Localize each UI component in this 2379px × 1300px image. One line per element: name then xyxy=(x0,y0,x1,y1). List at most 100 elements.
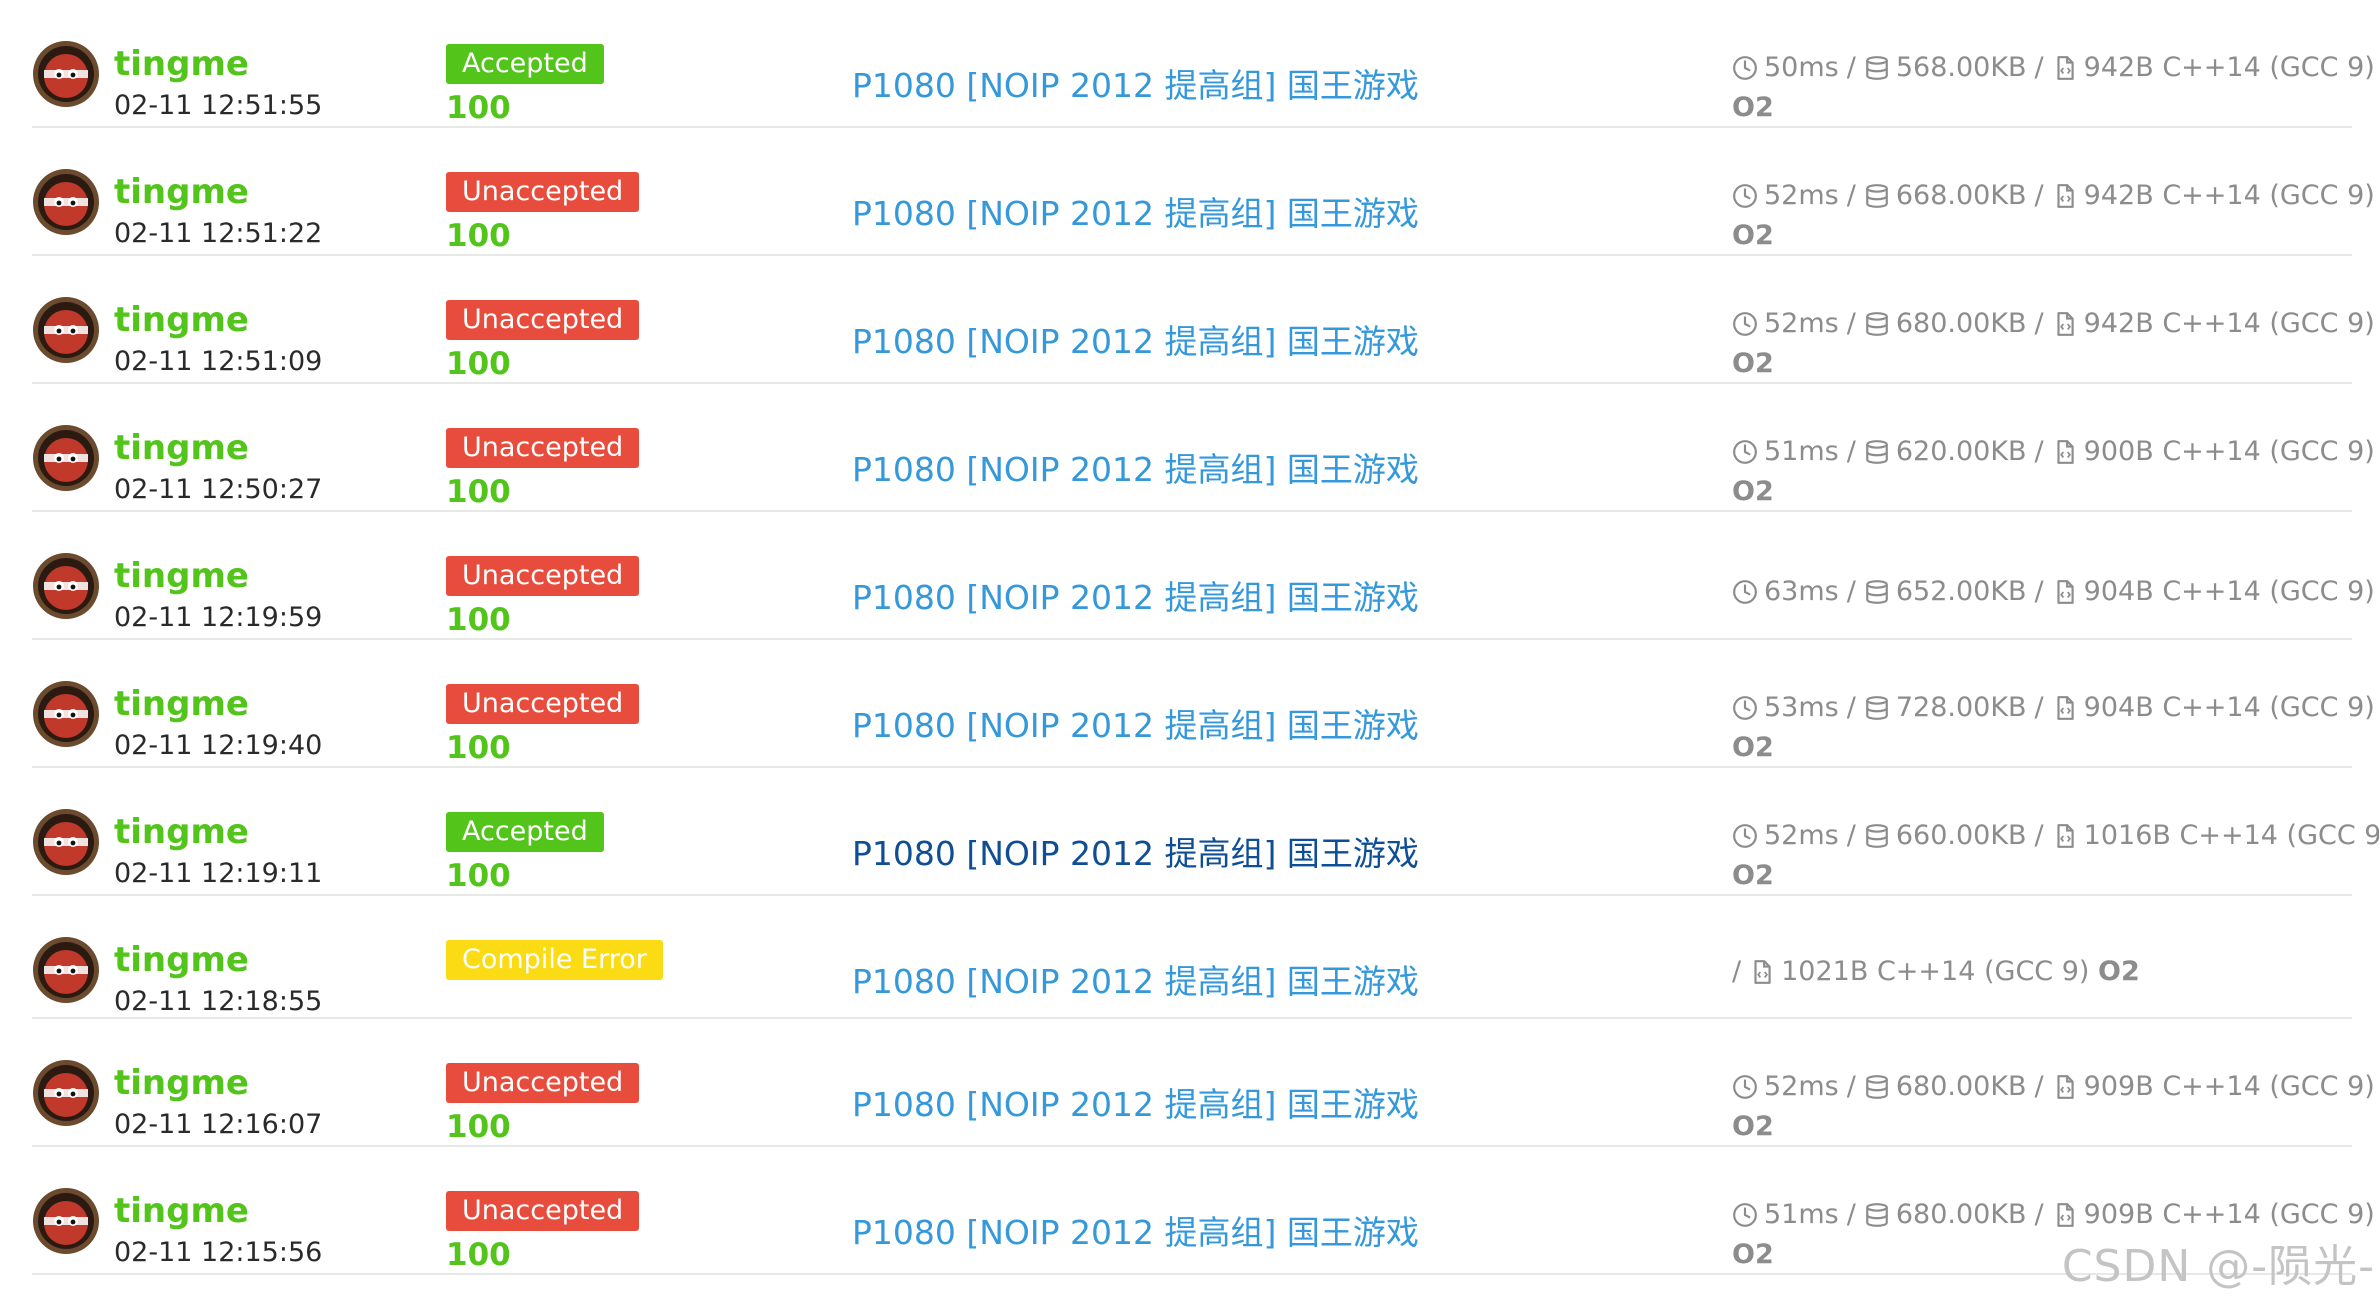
language: C++14 (GCC 9) xyxy=(2162,52,2375,83)
clock-icon xyxy=(1732,693,1758,720)
username-link[interactable]: tingme xyxy=(114,1063,322,1103)
separator: / xyxy=(2034,436,2044,467)
submit-time: 02-11 12:16:07 xyxy=(114,1109,323,1140)
avatar[interactable] xyxy=(32,552,100,620)
submit-time: 02-11 12:18:55 xyxy=(114,986,323,1017)
status-block: Compile Error xyxy=(446,940,663,980)
code-size[interactable]: 1021B xyxy=(1781,956,1868,987)
database-icon xyxy=(1864,821,1890,848)
status-badge[interactable]: Unaccepted xyxy=(446,556,640,596)
runtime: 50ms xyxy=(1764,52,1839,83)
code-size[interactable]: 909B xyxy=(2084,1199,2154,1230)
problem-link[interactable]: P1080 [NOIP 2012 提高组] 国王游戏 xyxy=(852,322,1419,362)
username-link[interactable]: tingme xyxy=(114,44,322,84)
code-size[interactable]: 942B xyxy=(2084,308,2154,339)
problem-link[interactable]: P1080 [NOIP 2012 提高组] 国王游戏 xyxy=(852,1213,1419,1253)
language: C++14 (GCC 9) xyxy=(2162,436,2375,467)
score: 100 xyxy=(446,474,511,510)
problem-link[interactable]: P1080 [NOIP 2012 提高组] 国王游戏 xyxy=(852,706,1419,746)
problem-link[interactable]: P1080 [NOIP 2012 提高组] 国王游戏 xyxy=(852,578,1419,618)
avatar[interactable] xyxy=(32,936,100,1004)
username-link[interactable]: tingme xyxy=(114,1191,322,1231)
separator: / xyxy=(1846,692,1856,723)
problem-link[interactable]: P1080 [NOIP 2012 提高组] 国王游戏 xyxy=(852,834,1419,874)
record-row: tingme 02-11 12:18:55 Compile Error P1080 [… xyxy=(32,896,2352,1019)
username-link[interactable]: tingme xyxy=(114,300,322,340)
avatar[interactable] xyxy=(32,296,100,364)
status-block: Unaccepted 100 xyxy=(446,1063,640,1146)
username-link[interactable]: tingme xyxy=(114,172,322,212)
code-size[interactable]: 942B xyxy=(2084,180,2154,211)
problem-link[interactable]: P1080 [NOIP 2012 提高组] 国王游戏 xyxy=(852,450,1419,490)
score: 100 xyxy=(446,1237,511,1273)
submit-time: 02-11 12:51:09 xyxy=(114,346,323,377)
code-size[interactable]: 904B xyxy=(2084,692,2154,723)
submission-meta: 50ms/568.00KB/942B C++14 (GCC 9) O2 xyxy=(1732,48,2375,128)
status-badge[interactable]: Compile Error xyxy=(446,940,663,980)
status-badge[interactable]: Unaccepted xyxy=(446,1191,640,1231)
status-block: Unaccepted 100 xyxy=(446,300,640,383)
runtime: 52ms xyxy=(1764,820,1839,851)
file-code-icon xyxy=(2052,1072,2078,1099)
status-badge[interactable]: Accepted xyxy=(446,812,604,852)
database-icon xyxy=(1864,1072,1890,1099)
meta-line: 53ms/728.00KB/904B C++14 (GCC 9) xyxy=(1732,688,2375,728)
file-code-icon xyxy=(2052,1200,2078,1227)
status-block: Unaccepted 100 xyxy=(446,556,640,639)
problem-link[interactable]: P1080 [NOIP 2012 提高组] 国王游戏 xyxy=(852,66,1419,106)
submit-time: 02-11 12:19:11 xyxy=(114,858,323,889)
code-size[interactable]: 1016B xyxy=(2084,820,2171,851)
problem-link[interactable]: P1080 [NOIP 2012 提高组] 国王游戏 xyxy=(852,1085,1419,1125)
user-block: tingme 02-11 12:19:11 xyxy=(114,812,322,891)
avatar[interactable] xyxy=(32,680,100,748)
code-size[interactable]: 900B xyxy=(2084,436,2154,467)
code-size[interactable]: 904B xyxy=(2084,576,2154,607)
optimization-flag: O2 xyxy=(1732,860,1774,891)
avatar[interactable] xyxy=(32,1059,100,1127)
separator: / xyxy=(2034,820,2044,851)
username-link[interactable]: tingme xyxy=(114,556,322,596)
avatar[interactable] xyxy=(32,424,100,492)
language: C++14 (GCC 9) xyxy=(2179,820,2379,851)
memory: 620.00KB xyxy=(1895,436,2027,467)
score: 100 xyxy=(446,730,511,766)
status-badge[interactable]: Unaccepted xyxy=(446,428,640,468)
submission-meta: 52ms/680.00KB/942B C++14 (GCC 9) O2 xyxy=(1732,304,2375,384)
meta-line: 51ms/680.00KB/909B C++14 (GCC 9) xyxy=(1732,1195,2375,1235)
status-badge[interactable]: Unaccepted xyxy=(446,300,640,340)
username-link[interactable]: tingme xyxy=(114,684,322,724)
username-link[interactable]: tingme xyxy=(114,812,322,852)
meta-line: 52ms/680.00KB/909B C++14 (GCC 9) xyxy=(1732,1067,2375,1107)
runtime: 52ms xyxy=(1764,180,1839,211)
separator: / xyxy=(2034,1071,2044,1102)
clock-icon xyxy=(1732,53,1758,80)
status-badge[interactable]: Accepted xyxy=(446,44,604,84)
avatar[interactable] xyxy=(32,808,100,876)
status-block: Unaccepted 100 xyxy=(446,428,640,511)
username-link[interactable]: tingme xyxy=(114,940,322,980)
avatar[interactable] xyxy=(32,40,100,108)
avatar[interactable] xyxy=(32,1187,100,1255)
status-badge[interactable]: Unaccepted xyxy=(446,1063,640,1103)
meta-line: 51ms/620.00KB/900B C++14 (GCC 9) xyxy=(1732,432,2375,472)
username-link[interactable]: tingme xyxy=(114,428,322,468)
optimization-flag: O2 xyxy=(1732,220,1774,251)
problem-link[interactable]: P1080 [NOIP 2012 提高组] 国王游戏 xyxy=(852,194,1419,234)
code-size[interactable]: 942B xyxy=(2084,52,2154,83)
status-block: Accepted 100 xyxy=(446,44,604,127)
problem-link[interactable]: P1080 [NOIP 2012 提高组] 国王游戏 xyxy=(852,962,1419,1002)
status-badge[interactable]: Unaccepted xyxy=(446,684,640,724)
code-size[interactable]: 909B xyxy=(2084,1071,2154,1102)
language: C++14 (GCC 9) xyxy=(2162,576,2375,607)
optimization-flag: O2 xyxy=(1732,732,1774,763)
avatar[interactable] xyxy=(32,168,100,236)
status-block: Unaccepted 100 xyxy=(446,1191,640,1274)
record-row: tingme 02-11 12:19:40 Unaccepted 100 P1080 [… xyxy=(32,640,2375,768)
status-badge[interactable]: Unaccepted xyxy=(446,172,640,212)
record-row: tingme 02-11 12:50:27 Unaccepted 100 P1080 [… xyxy=(32,384,2375,512)
record-row: tingme 02-11 12:19:59 Unaccepted 100 P1080 [… xyxy=(32,512,2375,640)
submission-meta: 52ms/668.00KB/942B C++14 (GCC 9) O2 xyxy=(1732,176,2375,256)
score: 100 xyxy=(446,1109,511,1145)
memory: 668.00KB xyxy=(1895,180,2027,211)
optimization-flag: O2 xyxy=(2098,956,2140,987)
